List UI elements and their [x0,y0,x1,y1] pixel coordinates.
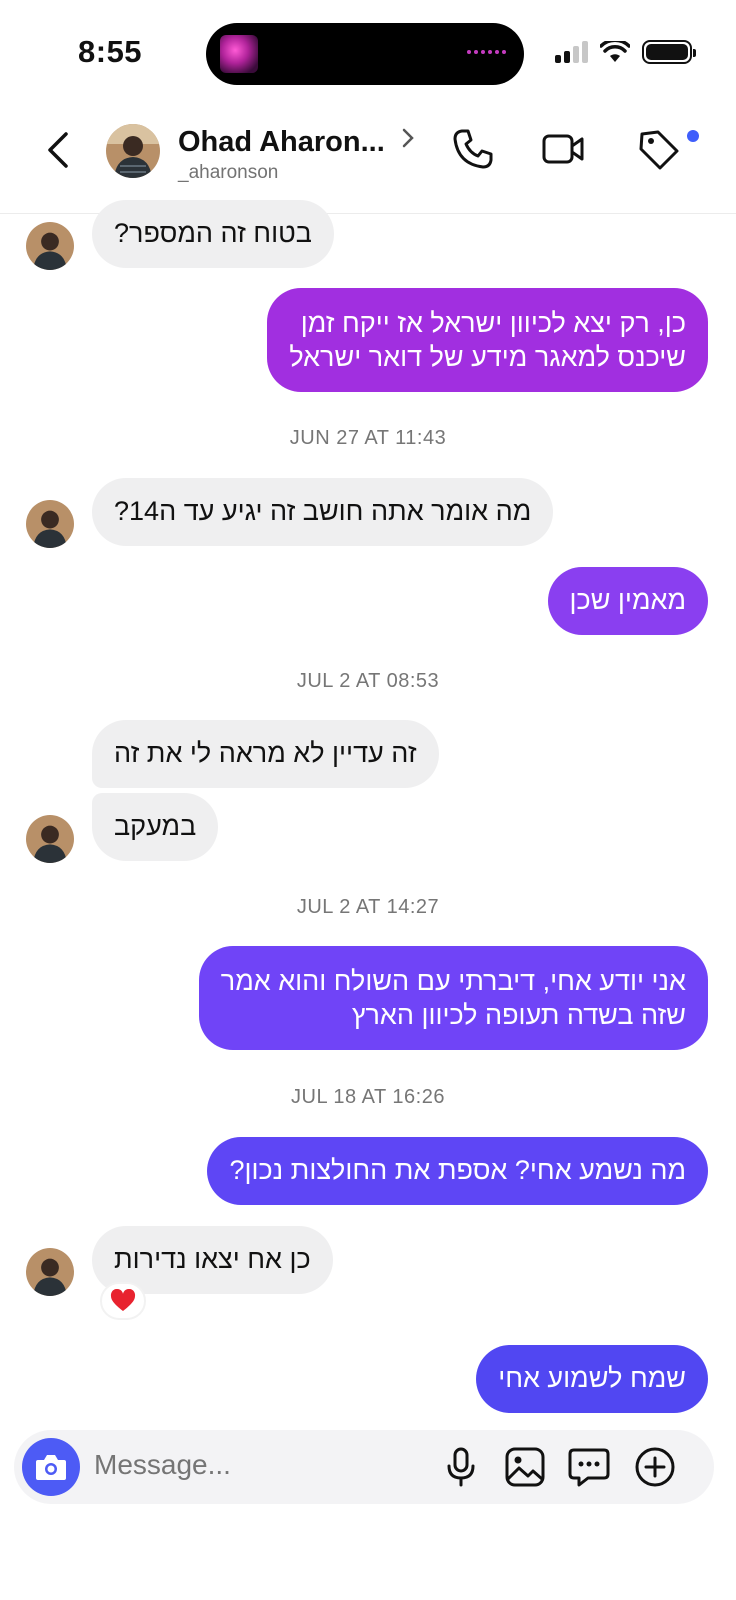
chat-header: Ohad Aharon... _aharonson [0,110,736,214]
message-text: מאמין שכן [569,585,686,615]
sender-avatar[interactable] [26,222,74,270]
message-composer [14,1430,714,1504]
message-text: זה עדיין לא מראה לי את זה [114,738,417,768]
message-text-line: אני יודע אחי, דיברתי עם השולח והוא אמר [220,966,686,996]
contact-username[interactable]: _aharonson [178,162,278,184]
battery-icon [642,40,696,64]
outgoing-message[interactable]: מאמין שכן [547,567,708,635]
timestamp: JUL 2 AT 08:53 [296,670,440,692]
tag-icon[interactable] [636,126,682,172]
heart-icon [110,1289,136,1311]
message-text-line: שיכנס למאגר מידע של דואר ישראל [289,342,686,372]
contact-name[interactable]: Ohad Aharon... [178,126,385,159]
outgoing-message[interactable]: שמח לשמוע אחי [476,1345,708,1413]
sticker-icon[interactable] [566,1444,612,1490]
video-call-icon[interactable] [540,126,586,172]
notification-dot [687,130,699,142]
image-gallery-icon[interactable] [502,1444,548,1490]
wifi-icon [600,41,630,62]
sender-avatar[interactable] [26,500,74,548]
timestamp: JUN 27 AT 11:43 [289,427,447,449]
audio-waveform-icon [467,50,506,54]
status-time: 8:55 [78,34,143,69]
camera-icon [36,1455,66,1480]
outgoing-message[interactable]: מה נשמע אחי? אספת את החולצות נכון? [207,1137,708,1205]
phone-icon[interactable] [450,126,496,172]
heart-reaction[interactable] [100,1282,146,1320]
sender-avatar[interactable] [26,1248,74,1296]
plus-icon[interactable] [632,1444,678,1490]
cellular-signal-icon [555,41,588,63]
microphone-icon[interactable] [438,1444,484,1490]
sender-avatar[interactable] [26,815,74,863]
message-text: כן אח יצאו נדירות [114,1244,311,1274]
timestamp: JUL 18 AT 16:26 [291,1086,445,1108]
now-playing-artwork [220,35,258,73]
message-text-line: כן, רק יצא לכיוון ישראל אז ייקח זמן [300,308,686,338]
chat-screen: 8:55 Ohad Aharon... _aharonson בטוח זה ה… [0,0,736,1600]
contact-avatar[interactable] [106,124,160,178]
incoming-message[interactable]: בטוח זה המספר? [92,200,334,268]
message-text: מה נשמע אחי? אספת את החולצות נכון? [229,1155,686,1185]
message-text: שמח לשמוע אחי [498,1363,686,1393]
camera-button[interactable] [22,1438,80,1496]
dynamic-island [206,23,524,85]
message-text: במעקב [114,811,197,841]
timestamp: JUL 2 AT 14:27 [296,896,440,918]
message-text: בטוח זה המספר? [114,218,312,248]
status-indicators [555,40,696,64]
message-text-line: שזה בשדה תעופה לכיוון הארץ [351,1000,686,1030]
incoming-message[interactable]: זה עדיין לא מראה לי את זה [92,720,439,788]
back-chevron-icon[interactable] [38,128,82,172]
incoming-message[interactable]: במעקב [92,793,219,861]
chevron-right-icon [402,128,414,148]
message-text: מה אומר אתה חושב זה יגיע עד ה14? [114,496,532,526]
outgoing-message[interactable]: כן, רק יצא לכיוון ישראל אז ייקח זמן שיכנ… [267,288,708,392]
message-input[interactable] [94,1449,414,1481]
outgoing-message[interactable]: אני יודע אחי, דיברתי עם השולח והוא אמר ש… [198,946,708,1050]
incoming-message[interactable]: מה אומר אתה חושב זה יגיע עד ה14? [92,478,554,546]
